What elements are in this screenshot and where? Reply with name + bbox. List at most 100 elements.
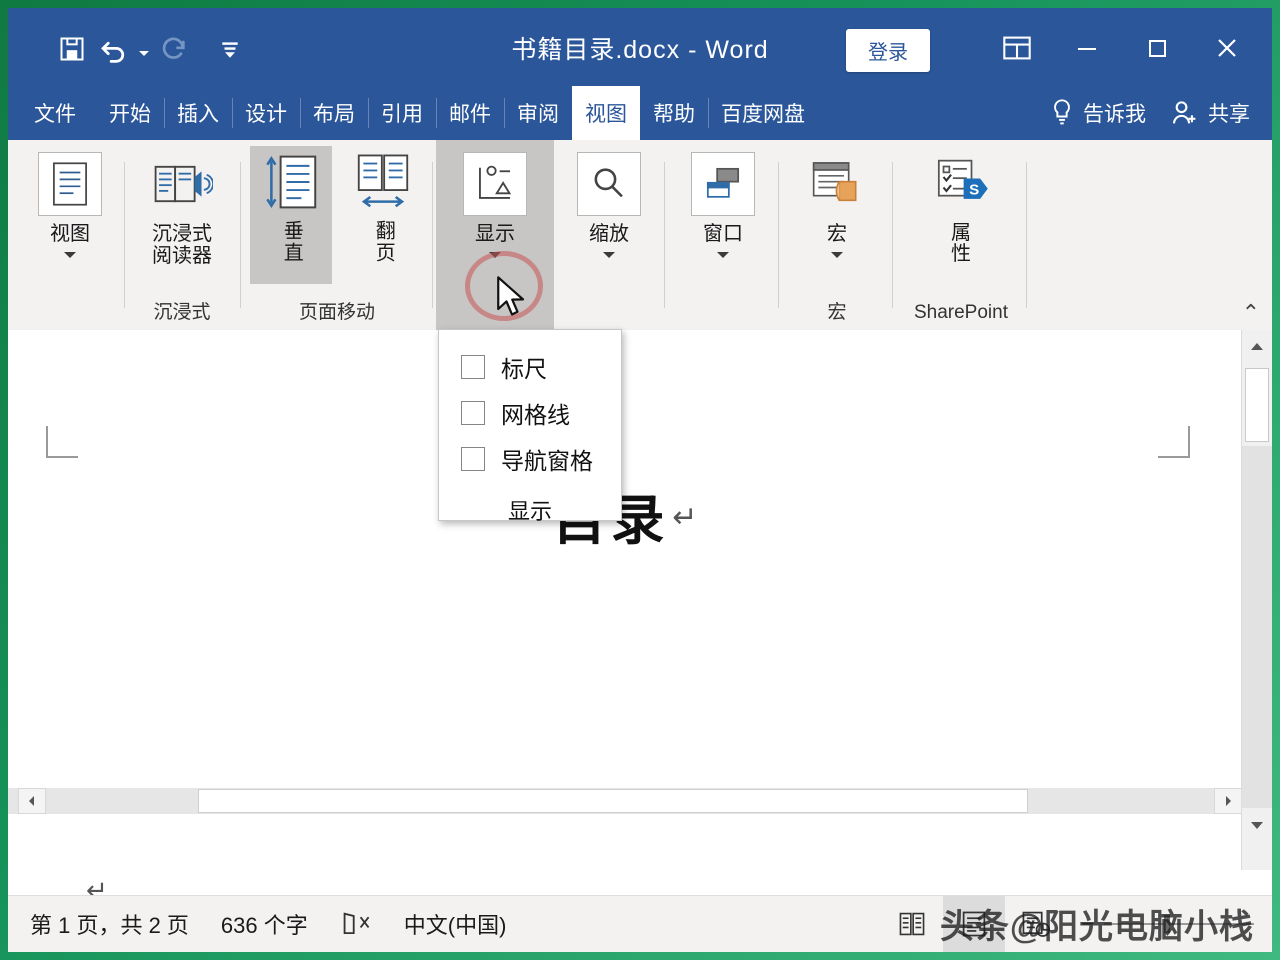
- views-dropdown-icon[interactable]: [64, 252, 76, 258]
- title-filename: 书籍目录.docx: [511, 36, 680, 64]
- ribbon-group-macro: 宏 宏: [782, 140, 892, 330]
- show-dropdown-menu[interactable]: 标尺 网格线 导航窗格 显示: [438, 329, 622, 521]
- page-number-status[interactable]: 第 1 页，共 2 页: [8, 908, 205, 940]
- ribbon: 视图: [8, 140, 1272, 331]
- status-bar: 第 1 页，共 2 页 636 个字 中文(中国): [8, 895, 1272, 952]
- vertical-scroll-track[interactable]: [1242, 446, 1272, 808]
- mouse-cursor: [495, 276, 529, 320]
- macros-label: 宏: [827, 223, 847, 245]
- macro-icon: [805, 152, 869, 216]
- language-status[interactable]: 中文(中国): [388, 908, 523, 940]
- horizontal-scroll-thumb[interactable]: [198, 789, 1028, 813]
- ribbon-group-page-movement: 垂直 翻页: [244, 140, 430, 330]
- tab-layout[interactable]: 布局: [300, 86, 368, 140]
- redo-icon: [154, 29, 194, 69]
- sign-in-button[interactable]: 登录: [846, 29, 930, 72]
- close-icon[interactable]: [1196, 24, 1258, 72]
- side-to-side-icon: [351, 150, 415, 214]
- show-label: 显示: [475, 223, 515, 245]
- tab-file[interactable]: 文件: [8, 86, 96, 140]
- title-appname: Word: [705, 36, 768, 64]
- show-button[interactable]: 显示: [447, 148, 543, 258]
- tell-me-label: 告诉我: [1083, 98, 1146, 128]
- tab-references[interactable]: 引用: [368, 86, 436, 140]
- tab-design[interactable]: 设计: [232, 86, 300, 140]
- menu-item-gridlines[interactable]: 网格线: [439, 390, 621, 436]
- watermark-text: 头条@阳光电脑小栈: [940, 899, 1254, 948]
- vertical-scroll-label: 垂直: [280, 220, 302, 264]
- views-button[interactable]: 视图: [22, 148, 118, 258]
- window-controls: [986, 24, 1258, 72]
- scroll-left-icon[interactable]: [18, 788, 46, 814]
- menu-item-label: 标尺: [501, 350, 547, 384]
- tell-me-button[interactable]: 告诉我: [1038, 98, 1160, 128]
- checkbox-icon[interactable]: [461, 401, 485, 425]
- tab-insert[interactable]: 插入: [164, 86, 232, 140]
- ribbon-group-sharepoint: S 属性 SharePoint: [896, 140, 1026, 330]
- share-button[interactable]: 共享: [1160, 98, 1272, 128]
- undo-icon[interactable]: [94, 29, 134, 69]
- collapse-ribbon-button[interactable]: ⌃: [1242, 302, 1260, 324]
- lightbulb-icon: [1050, 98, 1074, 128]
- zoom-dropdown-icon[interactable]: [603, 252, 615, 258]
- tab-view[interactable]: 视图: [572, 86, 640, 140]
- side-to-side-button[interactable]: 翻页: [342, 146, 424, 284]
- macros-dropdown-icon[interactable]: [831, 252, 843, 258]
- checkbox-icon[interactable]: [461, 355, 485, 379]
- vertical-scrollbar[interactable]: [1241, 330, 1272, 870]
- ribbon-divider-6: [892, 162, 893, 308]
- maximize-icon[interactable]: [1126, 24, 1188, 72]
- undo-dropdown-icon[interactable]: [136, 29, 152, 69]
- tab-mailings[interactable]: 邮件: [436, 86, 504, 140]
- side-to-side-label: 翻页: [372, 220, 394, 264]
- ribbon-group-views: 视图: [16, 140, 124, 330]
- tab-review[interactable]: 审阅: [504, 86, 572, 140]
- ribbon-group-window: 窗口: [668, 140, 778, 330]
- sharepoint-properties-icon: S: [929, 152, 993, 216]
- save-icon[interactable]: [52, 29, 92, 69]
- ribbon-group-immersive-label: 沉浸式: [153, 303, 210, 330]
- text-boundary-mark-top-left: [46, 426, 78, 458]
- ribbon-divider-5: [778, 162, 779, 308]
- tab-home[interactable]: 开始: [96, 86, 164, 140]
- proofing-errors-icon[interactable]: [324, 910, 388, 938]
- macros-button[interactable]: 宏: [789, 148, 885, 258]
- ribbon-divider-4: [664, 162, 665, 308]
- checkbox-icon[interactable]: [461, 447, 485, 471]
- document-heading: 目录↵: [16, 476, 1238, 555]
- read-mode-button[interactable]: [881, 896, 943, 952]
- tab-strip-right: 告诉我 共享: [1038, 86, 1272, 140]
- properties-label: 属性: [951, 223, 971, 265]
- customize-qat-icon[interactable]: [210, 29, 250, 69]
- ribbon-divider-1: [124, 162, 125, 308]
- menu-item-ruler[interactable]: 标尺: [439, 344, 621, 390]
- ribbon-tab-strip: 文件 开始 插入 设计 布局 引用 邮件 审阅 视图 帮助 百度网盘 告诉我: [8, 86, 1272, 140]
- window-button[interactable]: 窗口: [675, 148, 771, 258]
- document-canvas[interactable]: 目录↵ ↵ 第一篇 · 书籍艺术设计概述↵ 一、书籍艺术设计的概念↵ 二、中外书…: [8, 330, 1272, 870]
- immersive-reader-button[interactable]: 沉浸式阅读器: [134, 148, 230, 268]
- title-bar: 书籍目录.docx-Word 登录: [8, 8, 1272, 86]
- zoom-button[interactable]: 缩放: [561, 148, 657, 258]
- horizontal-scrollbar[interactable]: [8, 788, 1242, 814]
- scroll-up-icon[interactable]: [1242, 332, 1272, 362]
- document-page[interactable]: 目录↵ ↵ 第一篇 · 书籍艺术设计概述↵ 一、书籍艺术设计的概念↵ 二、中外书…: [16, 330, 1238, 844]
- text-boundary-mark-top-right: [1158, 426, 1190, 458]
- tab-help[interactable]: 帮助: [640, 86, 708, 140]
- ribbon-display-options-icon[interactable]: [986, 24, 1048, 72]
- ribbon-group-zoom: 缩放: [554, 140, 664, 330]
- quick-access-toolbar: [52, 28, 250, 70]
- ribbon-group-page-movement-label: 页面移动: [299, 303, 375, 330]
- paragraph-mark-icon: ↵: [672, 501, 701, 534]
- word-count-status[interactable]: 636 个字: [205, 908, 324, 940]
- menu-item-navigation-pane[interactable]: 导航窗格: [439, 436, 621, 482]
- properties-button[interactable]: S 属性: [913, 148, 1009, 265]
- minimize-icon[interactable]: [1056, 24, 1118, 72]
- scroll-right-icon[interactable]: [1214, 788, 1242, 814]
- window-dropdown-icon[interactable]: [717, 252, 729, 258]
- document-view-icon: [38, 152, 102, 216]
- vertical-scroll-thumb[interactable]: [1245, 368, 1269, 442]
- scroll-down-icon[interactable]: [1242, 810, 1272, 840]
- ribbon-group-macro-label: 宏: [827, 303, 846, 330]
- vertical-scroll-button[interactable]: 垂直: [250, 146, 332, 284]
- tab-baidu-netdisk[interactable]: 百度网盘: [708, 86, 818, 140]
